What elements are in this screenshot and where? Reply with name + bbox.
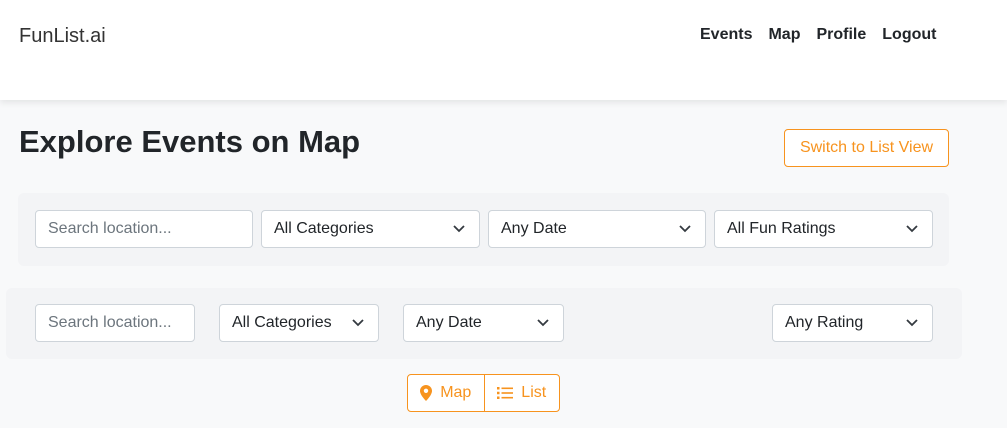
filter-card-secondary: Search location... All Categories Any Da… bbox=[6, 288, 962, 359]
brand-logo[interactable]: FunList.ai bbox=[19, 25, 106, 48]
chevron-down-icon bbox=[679, 225, 691, 233]
fun-rating-select-value: All Fun Ratings bbox=[727, 220, 836, 237]
nav-links: Events Map Profile Logout bbox=[700, 26, 936, 44]
date-select[interactable]: Any Date bbox=[488, 210, 706, 248]
list-view-button[interactable]: List bbox=[485, 375, 560, 411]
chevron-down-icon bbox=[906, 225, 918, 233]
filter-card-primary: Search location... All Categories Any Da… bbox=[18, 193, 949, 266]
chevron-down-icon bbox=[537, 319, 549, 327]
chevron-down-icon bbox=[453, 225, 465, 233]
category-select-secondary[interactable]: All Categories bbox=[219, 304, 379, 342]
search-location-input-secondary[interactable]: Search location... bbox=[35, 304, 195, 342]
rating-select-value: Any Rating bbox=[785, 314, 864, 331]
nav-link-profile[interactable]: Profile bbox=[816, 26, 866, 44]
nav-link-map[interactable]: Map bbox=[768, 26, 800, 44]
nav-link-logout[interactable]: Logout bbox=[882, 26, 936, 44]
fun-rating-select[interactable]: All Fun Ratings bbox=[714, 210, 933, 248]
category-select-value: All Categories bbox=[274, 220, 374, 237]
switch-to-list-view-button[interactable]: Switch to List View bbox=[784, 129, 949, 167]
rating-select-secondary[interactable]: Any Rating bbox=[772, 304, 933, 342]
chevron-down-icon bbox=[352, 319, 364, 327]
nav-link-events[interactable]: Events bbox=[700, 26, 752, 44]
map-marker-icon bbox=[420, 385, 433, 401]
date-select-value: Any Date bbox=[416, 314, 482, 331]
date-select-secondary[interactable]: Any Date bbox=[403, 304, 564, 342]
category-select[interactable]: All Categories bbox=[261, 210, 480, 248]
search-location-input[interactable]: Search location... bbox=[35, 210, 253, 248]
category-select-value: All Categories bbox=[232, 314, 332, 331]
chevron-down-icon bbox=[906, 319, 918, 327]
map-view-label: Map bbox=[440, 384, 472, 401]
list-view-label: List bbox=[521, 384, 547, 401]
list-icon bbox=[497, 387, 514, 399]
date-select-value: Any Date bbox=[501, 220, 567, 237]
map-view-button[interactable]: Map bbox=[408, 375, 485, 411]
view-toggle: Map List bbox=[407, 374, 560, 412]
page-title: Explore Events on Map bbox=[19, 124, 361, 159]
navbar: FunList.ai Events Map Profile Logout bbox=[0, 0, 1007, 100]
